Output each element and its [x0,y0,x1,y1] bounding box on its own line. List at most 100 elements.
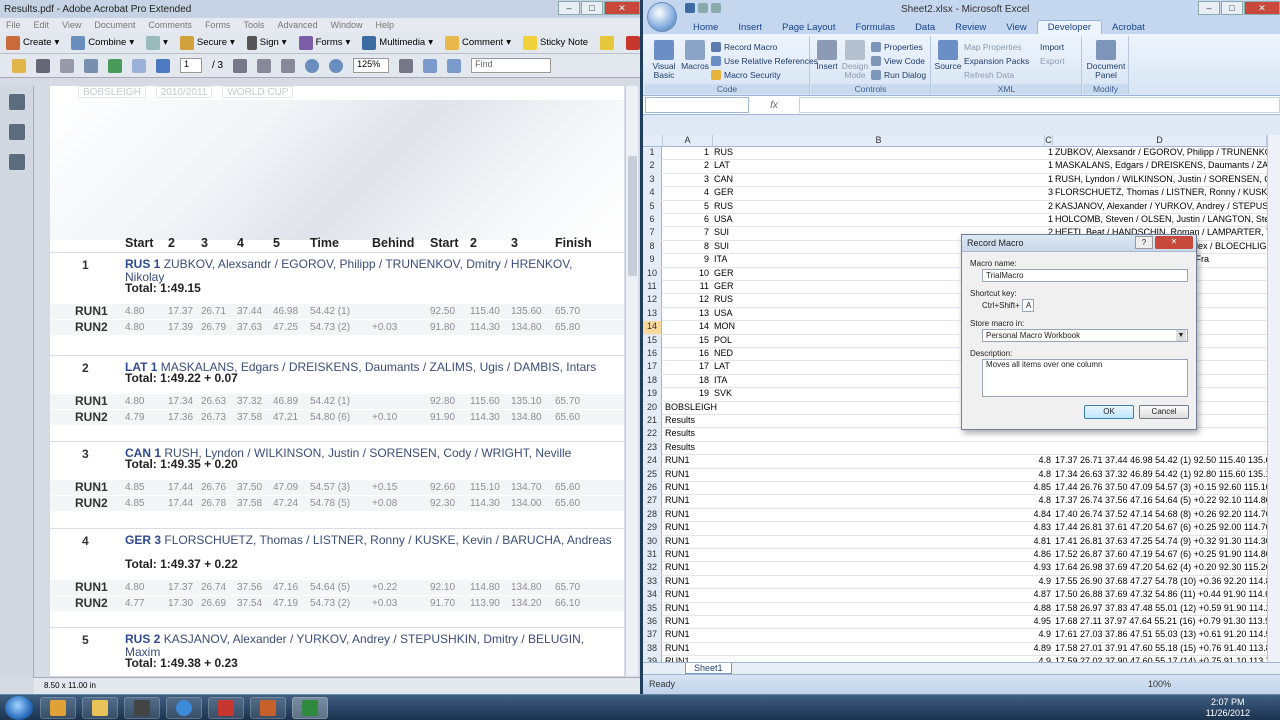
tab-review[interactable]: Review [945,21,996,34]
cell-a[interactable]: 13 [663,308,711,318]
cell-c[interactable]: 4.8 [983,455,1051,465]
row-header[interactable]: 6 [643,214,662,227]
cell-d[interactable]: 17.68 27.11 37.97 47.64 55.21 (16) +0.79… [1053,616,1267,626]
import-button[interactable]: Import [1040,42,1064,52]
row-header[interactable]: 31 [643,549,662,562]
cell-d[interactable]: 17.58 26.97 37.83 47.48 55.01 (12) +0.59… [1053,603,1267,613]
cell-c[interactable]: 4.95 [983,616,1051,626]
select-tool-icon[interactable] [233,58,248,73]
tab-acrobat[interactable]: Acrobat [1102,21,1155,34]
relative-references-button[interactable]: Use Relative References [711,56,818,66]
full-screen-icon[interactable] [447,58,462,73]
close-button[interactable]: ✕ [1244,1,1280,15]
row-header[interactable]: 38 [643,642,662,656]
signatures-icon[interactable] [9,154,25,170]
email-icon[interactable] [84,58,98,73]
cell-c[interactable]: 4.8 [983,495,1051,505]
visual-basic-button[interactable]: Visual Basic [649,40,679,80]
cell-d[interactable]: 17.61 27.03 37.86 47.51 55.03 (13) +0.61… [1053,629,1267,639]
arrow-up-icon[interactable] [132,58,146,73]
row-header[interactable]: 21 [643,415,662,428]
cell-d[interactable]: 17.34 26.63 37.32 46.89 54.42 (1) 92.80 … [1053,469,1267,479]
cell-c[interactable]: 4.8 [983,469,1051,479]
map-properties-button[interactable]: Map Properties [964,42,1022,52]
cell-a[interactable]: 12 [663,294,711,304]
cell-a[interactable]: RUN1 [663,589,723,599]
cell-c[interactable]: 1 [1045,160,1053,170]
system-clock[interactable]: 2:07 PM 11/26/2012 [1206,697,1250,719]
cell-a[interactable]: 17 [663,361,711,371]
secure-button[interactable]: Secure ▾ [179,35,235,50]
row-header[interactable]: 22 [643,428,662,442]
cell-a[interactable]: RUN1 [663,455,723,465]
sheet-scrollbar[interactable] [1267,135,1280,662]
highlight-icon[interactable] [600,35,615,50]
taskbar-terminal[interactable] [124,697,160,719]
cell-b[interactable]: USA [713,214,1043,224]
row-header[interactable]: 33 [643,575,662,589]
column-header-c[interactable]: C [1045,135,1053,147]
zoom-out-icon[interactable] [305,58,320,73]
tab-insert[interactable]: Insert [728,21,772,34]
formula-input[interactable] [799,97,1280,113]
stamp-icon[interactable] [626,35,640,50]
cell-a[interactable]: 5 [663,201,711,211]
pages-icon[interactable] [9,94,25,110]
menu-document[interactable]: Document [94,20,135,30]
menu-window[interactable]: Window [330,20,362,30]
row-header[interactable]: 25 [643,468,662,482]
scroll-thumb[interactable] [628,156,637,276]
cell-a[interactable]: 4 [663,187,711,197]
row-header[interactable]: 30 [643,535,662,549]
row-header[interactable]: 34 [643,589,662,603]
cell-a[interactable]: RUN1 [663,643,723,653]
maximize-button[interactable]: □ [581,1,603,15]
forms-button[interactable]: Forms ▾ [298,35,350,50]
cell-a[interactable]: 3 [663,174,711,184]
quick-save-icon[interactable] [685,2,695,13]
cell-d[interactable]: 17.40 26.74 37.52 47.14 54.68 (8) +0.26 … [1053,509,1267,519]
sticky-note-button[interactable]: Sticky Note [522,35,588,50]
row-header[interactable]: 2 [643,160,662,174]
cell-c[interactable]: 4.86 [983,549,1051,559]
row-header[interactable]: 15 [643,334,662,348]
start-button[interactable] [5,696,33,720]
share-icon[interactable] [108,58,122,73]
properties-button[interactable]: Properties [871,42,923,52]
row-header[interactable]: 20 [643,401,662,415]
bookmarks-icon[interactable] [9,124,25,140]
cell-a[interactable]: RUN1 [663,629,723,639]
cell-a[interactable]: RUN1 [663,469,723,479]
insert-function-button[interactable]: fx [749,100,799,111]
undo-icon[interactable] [697,2,708,13]
cell-a[interactable]: 2 [663,160,711,170]
cell-a[interactable]: 1 [663,147,711,157]
cell-c[interactable]: 4.83 [983,522,1051,532]
expansion-packs-button[interactable]: Expansion Packs [964,56,1029,66]
menu-advanced[interactable]: Advanced [277,20,317,30]
cell-b[interactable]: LAT [713,160,1043,170]
cell-d[interactable]: 17.37 26.71 37.44 46.98 54.42 (1) 92.50 … [1053,455,1267,465]
comment-button[interactable]: Comment ▾ [445,35,511,50]
help-button[interactable]: ? [1135,236,1153,249]
cell-c[interactable]: 4.84 [983,509,1051,519]
cell-a[interactable]: RUN1 [663,576,723,586]
name-box[interactable] [645,97,749,113]
row-header[interactable]: 16 [643,348,662,361]
tab-data[interactable]: Data [905,21,945,34]
row-header[interactable]: 14 [643,321,662,335]
menu-tools[interactable]: Tools [243,20,264,30]
taskbar-ie[interactable] [166,697,202,719]
cell-d[interactable]: RUSH, Lyndon / WILKINSON, Justin / SOREN… [1053,174,1267,184]
sign-button[interactable]: Sign ▾ [246,35,287,50]
cell-a[interactable]: RUN1 [663,536,723,546]
cell-a[interactable]: RUN1 [663,549,723,559]
menu-edit[interactable]: Edit [34,20,50,30]
menu-help[interactable]: Help [376,20,395,30]
run-dialog-button[interactable]: Run Dialog [871,70,926,80]
cell-a[interactable]: RUN1 [663,482,723,492]
minimize-button[interactable]: – [558,1,580,15]
cell-b[interactable]: RUS [713,147,1043,157]
open-icon[interactable] [12,58,26,73]
taskbar-acrobat[interactable] [208,697,244,719]
